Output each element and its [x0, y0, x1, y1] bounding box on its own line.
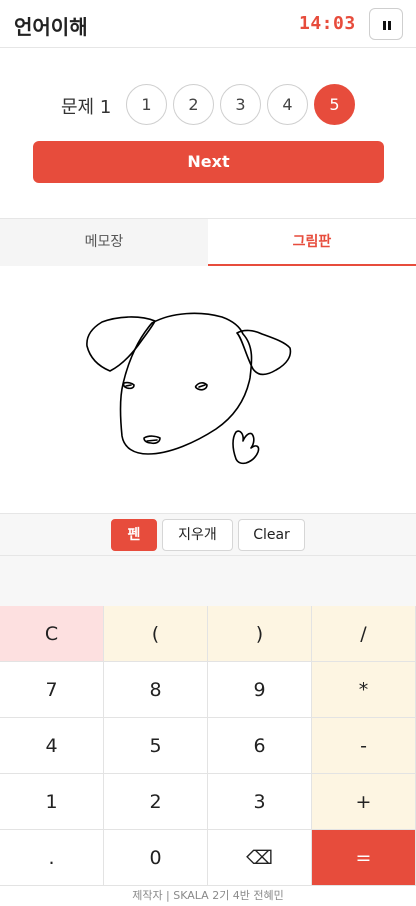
tab-memo[interactable]: 메모장 [0, 219, 208, 266]
calc-key-8[interactable]: 8 [104, 662, 208, 718]
pause-icon [388, 21, 391, 30]
calc-key-9[interactable]: 9 [208, 662, 312, 718]
calc-key-0[interactable]: 0 [104, 830, 208, 886]
calc-key-equals[interactable]: = [312, 830, 416, 886]
calc-key-add[interactable]: + [312, 774, 416, 830]
calc-key-3[interactable]: 3 [208, 774, 312, 830]
timer: 14:03 [299, 13, 356, 34]
pen-button[interactable]: 펜 [111, 519, 157, 551]
calc-key-clear[interactable]: C [0, 606, 104, 662]
next-button[interactable]: Next [33, 141, 384, 183]
calc-key-5[interactable]: 5 [104, 718, 208, 774]
calc-key-decimal[interactable]: . [0, 830, 104, 886]
calc-key-7[interactable]: 7 [0, 662, 104, 718]
calculator-display [0, 556, 416, 606]
clear-canvas-button[interactable]: Clear [238, 519, 305, 551]
calc-key-divide[interactable]: / [312, 606, 416, 662]
calc-key-close-paren[interactable]: ) [208, 606, 312, 662]
question-button-3[interactable]: 3 [220, 84, 261, 125]
question-button-4[interactable]: 4 [267, 84, 308, 125]
calc-key-6[interactable]: 6 [208, 718, 312, 774]
backspace-icon[interactable]: ⌫ [208, 830, 312, 886]
calculator-keypad: C ( ) / 7 8 9 * 4 5 6 - 1 2 3 + . 0 ⌫ = [0, 606, 416, 886]
calc-key-1[interactable]: 1 [0, 774, 104, 830]
drawing-toolbar: 펜 지우개 Clear [0, 513, 416, 556]
tab-bar: 메모장 그림판 [0, 218, 416, 266]
calc-key-multiply[interactable]: * [312, 662, 416, 718]
calc-key-4[interactable]: 4 [0, 718, 104, 774]
pause-icon [383, 21, 386, 30]
calc-key-2[interactable]: 2 [104, 774, 208, 830]
calc-key-open-paren[interactable]: ( [104, 606, 208, 662]
eraser-button[interactable]: 지우개 [162, 519, 233, 551]
question-button-1[interactable]: 1 [126, 84, 167, 125]
sketch-drawing [86, 312, 292, 465]
calc-key-subtract[interactable]: - [312, 718, 416, 774]
question-label: 문제 1 [61, 97, 112, 118]
app-title: 언어이해 [14, 15, 88, 39]
footer-credit: 제작자 | SKALA 2기 4반 전혜민 [132, 889, 284, 902]
pause-button[interactable] [369, 8, 403, 40]
drawing-canvas[interactable] [0, 266, 416, 513]
question-button-5[interactable]: 5 [314, 84, 355, 125]
question-button-2[interactable]: 2 [173, 84, 214, 125]
header: 언어이해 14:03 [0, 0, 416, 48]
tab-drawing[interactable]: 그림판 [208, 219, 416, 266]
